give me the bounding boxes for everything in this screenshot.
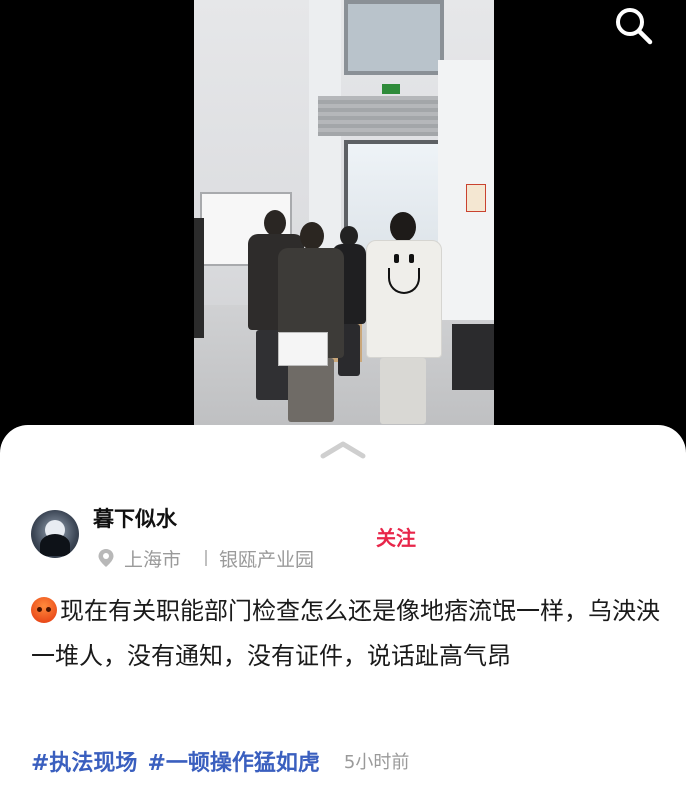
search-icon[interactable] bbox=[612, 4, 656, 48]
roller-shutter bbox=[318, 96, 438, 136]
hashtag-link[interactable]: #执法现场 bbox=[31, 745, 137, 777]
exit-sign bbox=[382, 84, 400, 94]
angry-face-icon bbox=[31, 597, 57, 623]
person-left-edge bbox=[194, 218, 204, 368]
location-divider bbox=[205, 550, 207, 566]
video-player[interactable] bbox=[0, 0, 686, 425]
post-text: 现在有关职能部门检查怎么还是像地痞流氓一样，乌泱泱一堆人，没有通知，没有证件，说… bbox=[31, 589, 661, 679]
follow-button[interactable]: 关注 bbox=[376, 522, 416, 551]
post-body: 现在有关职能部门检查怎么还是像地痞流氓一样，乌泱泱一堆人，没有通知，没有证件，说… bbox=[31, 597, 660, 670]
post-detail-sheet: 暮下似水 上海市 银瓯产业园 关注 现在有关职能部门检查怎么还是像地痞流氓一样，… bbox=[0, 425, 686, 800]
plastic-crate bbox=[452, 324, 494, 390]
warning-sign bbox=[466, 184, 486, 212]
video-frame[interactable] bbox=[194, 0, 494, 425]
tags-row: #执法现场 #一顿操作猛如虎 5小时前 bbox=[31, 745, 409, 777]
upper-window bbox=[344, 0, 444, 75]
avatar[interactable] bbox=[31, 510, 79, 558]
location-place: 银瓯产业园 bbox=[219, 549, 315, 571]
person-white-smiley-jacket bbox=[366, 212, 442, 424]
chevron-up-icon[interactable] bbox=[318, 437, 368, 461]
hashtag-link[interactable]: #一顿操作猛如虎 bbox=[147, 745, 319, 777]
author-name[interactable]: 暮下似水 bbox=[93, 503, 177, 533]
person-with-papers bbox=[278, 222, 350, 422]
location-city: 上海市 bbox=[124, 549, 182, 571]
location-pin-icon bbox=[97, 548, 115, 568]
post-time: 5小时前 bbox=[343, 752, 410, 773]
